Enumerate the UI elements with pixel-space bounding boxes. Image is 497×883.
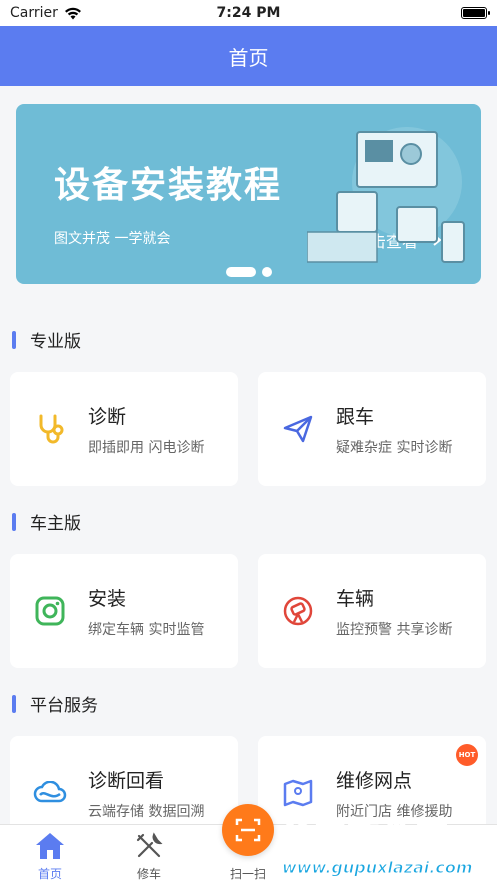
camera-icon [32,593,68,629]
card-diagnosis[interactable]: 诊断 即插即用 闪电诊断 [10,372,238,486]
satellite-icon [280,593,316,629]
card-follow-car[interactable]: 跟车 疑难杂症 实时诊断 [258,372,486,486]
section-title-pro: 专业版 [12,327,81,352]
carousel-dots[interactable] [226,267,272,277]
carousel-dot-active[interactable] [226,267,256,277]
card-text: 诊断 即插即用 闪电诊断 [88,402,204,457]
banner-illustration [307,127,465,263]
section-accent-bar [12,512,16,531]
tab-repair[interactable]: 修车 [114,831,184,882]
cloud-icon [32,775,68,811]
card-title: 诊断 [88,405,127,428]
carrier-label: Carrier [10,5,58,21]
card-subtitle: 监控预警 共享诊断 [336,621,453,638]
home-icon [36,833,64,859]
section-title-label: 车主版 [30,514,81,534]
scan-icon [235,818,261,842]
card-title: 维修网点 [336,769,413,792]
tab-label: 扫一扫 [229,867,266,881]
section-title-platform: 平台服务 [12,691,98,716]
tab-label: 修车 [136,867,161,881]
card-text: 维修网点 附近门店 维修援助 [336,766,452,821]
wifi-icon [64,7,81,19]
nav-bar: 首页 [0,26,497,86]
status-left: Carrier [10,5,82,21]
card-text: 安装 绑定车辆 实时监管 [88,584,204,639]
paper-plane-icon [280,411,316,447]
battery-icon [461,7,490,19]
tab-label: 首页 [37,867,62,881]
section-accent-bar [12,694,16,713]
stethoscope-icon [32,411,68,447]
card-title: 跟车 [336,405,375,428]
section-title-label: 专业版 [30,332,81,352]
banner-carousel[interactable]: 设备安装教程 图文并茂 一学就会 点击查看 [16,104,481,284]
card-subtitle: 绑定车辆 实时监管 [88,621,205,638]
card-vehicle[interactable]: 车辆 监控预警 共享诊断 [258,554,486,668]
card-text: 跟车 疑难杂症 实时诊断 [336,402,452,457]
card-title: 诊断回看 [88,769,165,792]
card-subtitle: 云端存储 数据回溯 [88,803,205,820]
scan-button[interactable] [222,804,274,856]
card-title: 车辆 [336,587,375,610]
banner-subtitle: 图文并茂 一学就会 [54,231,171,247]
section-accent-bar [12,330,16,349]
tab-scan[interactable]: 扫一扫 [213,865,283,882]
map-icon [280,775,316,811]
card-subtitle: 即插即用 闪电诊断 [88,439,205,456]
section-title-owner: 车主版 [12,509,81,534]
card-install[interactable]: 安装 绑定车辆 实时监管 [10,554,238,668]
tab-home[interactable]: 首页 [15,831,85,882]
tools-icon [136,832,163,858]
carousel-dot[interactable] [262,267,272,277]
hot-badge: HOT [456,744,478,766]
status-bar: Carrier 7:24 PM [0,0,497,26]
card-text: 车辆 监控预警 共享诊断 [336,584,452,639]
section-title-label: 平台服务 [30,696,98,716]
banner-title: 设备安装教程 [54,165,283,206]
card-title: 安装 [88,587,127,610]
page-title: 首页 [228,45,269,70]
card-text: 诊断回看 云端存储 数据回溯 [88,766,204,821]
card-subtitle: 附近门店 维修援助 [336,803,453,820]
card-subtitle: 疑难杂症 实时诊断 [336,439,453,456]
